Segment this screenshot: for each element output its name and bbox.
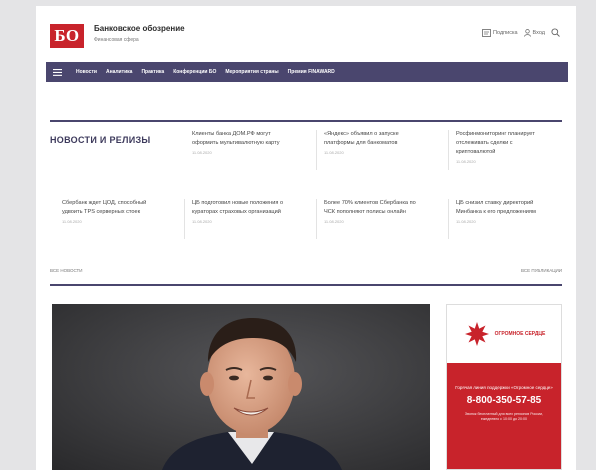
news-date: 11.08.2020 [456,219,476,224]
login-icon [523,28,531,37]
news-date: 11.08.2020 [456,159,476,164]
news-date: 11.08.2020 [324,219,344,224]
news-headline[interactable]: Сбербанк ждет ЦОД, способный удвоить TPS… [62,199,156,217]
site-subtitle: Финансовая сфера [94,37,139,43]
ad-header: ОГРОМНОЕ СЕРДЦЕ [447,305,561,363]
nav-item-award[interactable]: Премия FINAWARD [288,69,335,75]
ad-body: Горячая линия поддержки «Огромное сердце… [447,363,561,469]
page: БО Банковское обозрение Финансовая сфера… [36,6,576,470]
subscribe-link[interactable]: Подписка [482,28,518,37]
menu-button[interactable] [46,68,68,76]
ad-banner[interactable]: ОГРОМНОЕ СЕРДЦЕ Горячая линия поддержки … [446,304,562,470]
news-item[interactable]: «Яндекс» объявил о запуске платформы для… [316,130,418,170]
all-news-link[interactable]: ВСЕ НОВОСТИ [50,268,83,273]
news-headline[interactable]: «Яндекс» объявил о запуске платформы для… [324,130,418,148]
news-item[interactable]: Клиенты банка ДОМ.РФ могут оформить муль… [192,130,286,155]
news-date: 11.08.2020 [62,219,82,224]
section-divider-top [50,120,562,122]
news-item[interactable]: ЦБ снизил ставку директорий Минбанка к е… [448,199,550,239]
menu-icon [52,68,62,76]
news-item[interactable]: ЦБ подготовил новые положения о куратора… [184,199,286,239]
nav-item-analytics[interactable]: Аналитика [106,69,132,75]
main-nav: Новости Аналитика Практика Конференции Б… [46,62,568,82]
news-date: 11.08.2020 [324,150,344,155]
login-link[interactable]: Вход [523,28,545,37]
login-label: Вход [532,29,545,36]
heart-icon [464,322,489,346]
news-headline[interactable]: Клиенты банка ДОМ.РФ могут оформить муль… [192,130,286,148]
header-actions: Подписка Вход [482,28,560,37]
search-icon[interactable] [551,28,560,37]
news-date: 11.08.2020 [192,150,212,155]
section-divider-bottom [50,284,562,286]
section-title: НОВОСТИ И РЕЛИЗЫ [50,135,151,145]
portrait-image [52,304,430,470]
site-title[interactable]: Банковское обозрение [94,24,185,33]
all-publications-link[interactable]: ВСЕ ПУБЛИКАЦИИ [521,268,562,273]
subscribe-label: Подписка [493,29,518,36]
subscribe-icon [482,28,491,37]
ad-brand: ОГРОМНОЕ СЕРДЦЕ [494,330,546,337]
news-headline[interactable]: Более 70% клиентов Сбербанка по ЧСК попо… [324,199,418,217]
ad-phone[interactable]: 8-800-350-57-85 [447,395,561,406]
news-headline[interactable]: ЦБ снизил ставку директорий Минбанка к е… [456,199,550,217]
nav-item-conferences[interactable]: Конференции БО [173,69,216,75]
news-item[interactable]: Сбербанк ждет ЦОД, способный удвоить TPS… [62,199,156,224]
news-item[interactable]: Более 70% клиентов Сбербанка по ЧСК попо… [316,199,418,239]
news-item[interactable]: Росфинмониторинг планирует отслеживать с… [448,130,550,170]
nav-item-practice[interactable]: Практика [141,69,164,75]
ad-caption: Горячая линия поддержки «Огромное сердце… [455,385,553,390]
nav-items: Новости Аналитика Практика Конференции Б… [76,69,335,75]
nav-item-events[interactable]: Мероприятия страны [225,69,278,75]
news-headline[interactable]: ЦБ подготовил новые положения о куратора… [192,199,286,217]
featured-photo[interactable] [52,304,430,470]
ad-note: Звонок бесплатный для всех регионов Росс… [464,412,544,421]
news-date: 11.08.2020 [192,219,212,224]
nav-item-news[interactable]: Новости [76,69,97,75]
news-headline[interactable]: Росфинмониторинг планирует отслеживать с… [456,130,550,157]
logo[interactable]: БО [50,24,84,48]
